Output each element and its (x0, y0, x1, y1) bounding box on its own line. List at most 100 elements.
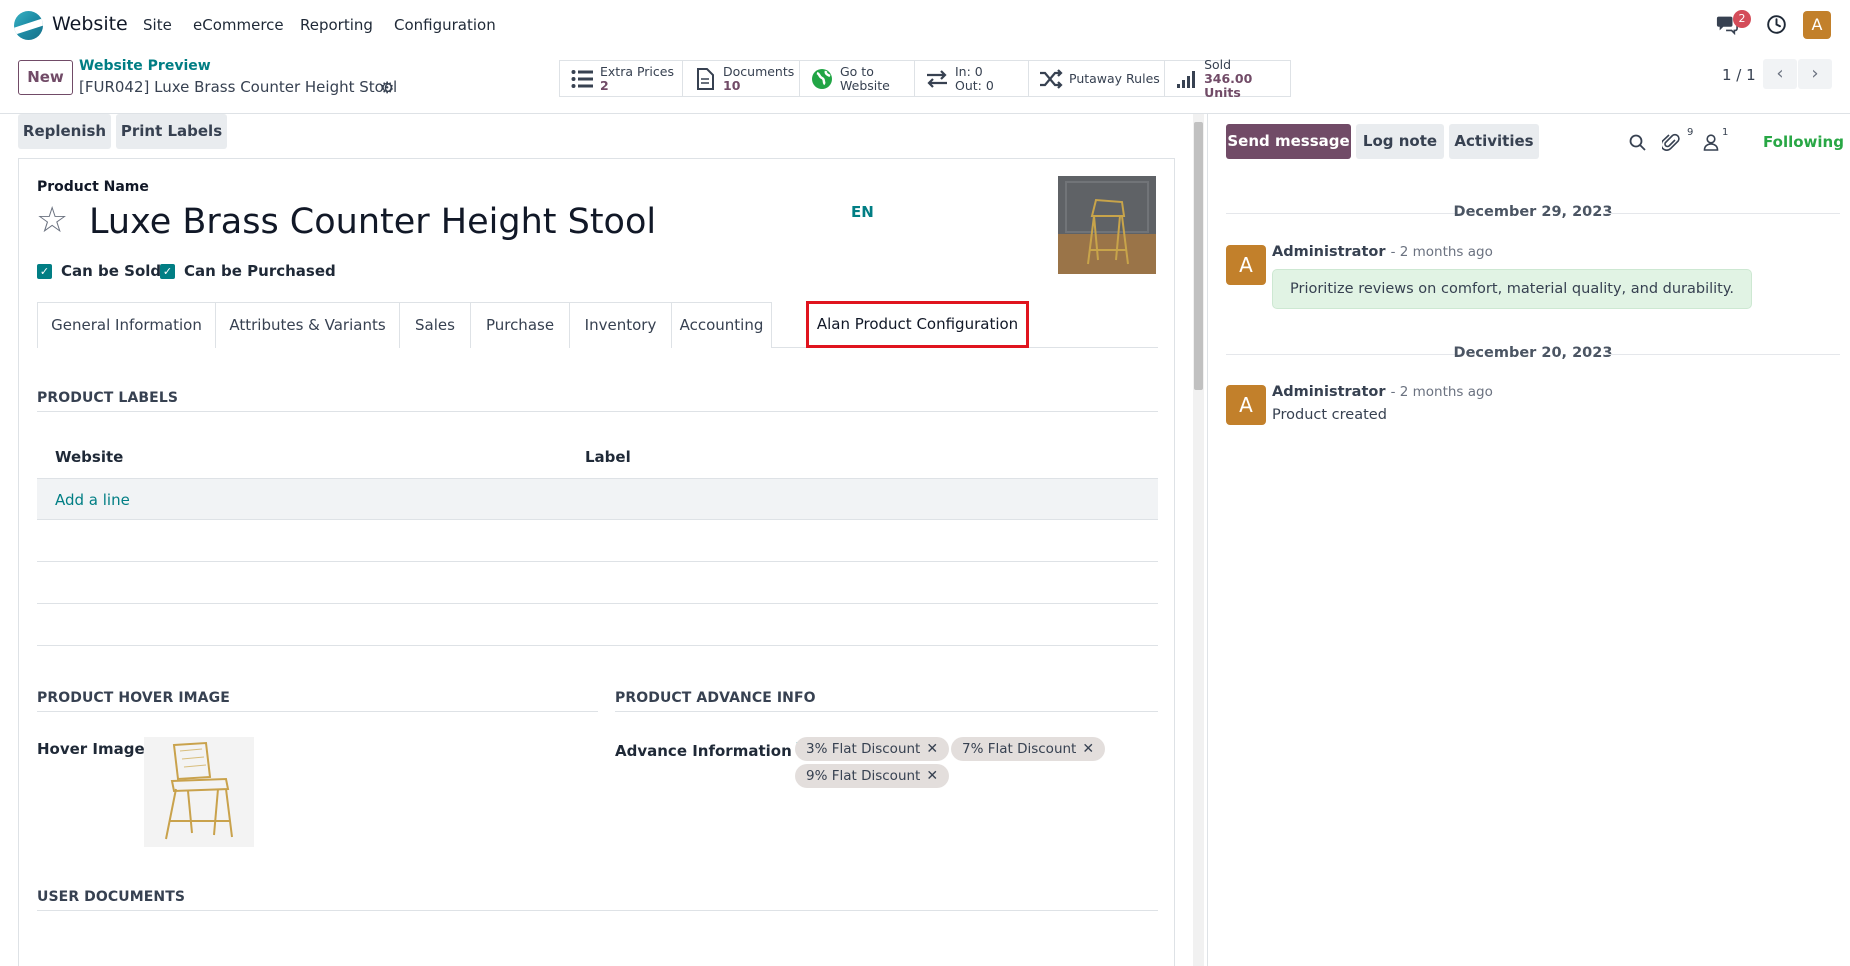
tag-label: 3% Flat Discount (806, 741, 921, 757)
product-name-field[interactable]: Luxe Brass Counter Height Stool (89, 201, 656, 243)
form-tabs: General Information Attributes & Variant… (37, 301, 1158, 348)
new-button[interactable]: New (18, 60, 73, 95)
globe-icon (810, 68, 834, 90)
product-image[interactable] (1058, 176, 1156, 274)
message-author: Administrator - 2 months ago (1272, 384, 1493, 400)
documents-button[interactable]: Documents 10 (682, 60, 800, 97)
menu-site[interactable]: Site (143, 16, 172, 34)
product-advance-info-heading: PRODUCT ADVANCE INFO (615, 690, 816, 706)
favorite-star-icon[interactable]: ☆ (36, 201, 68, 241)
language-button[interactable]: EN (851, 203, 874, 221)
bar-chart-icon (1175, 68, 1198, 90)
scrollbar-thumb[interactable] (1194, 122, 1203, 390)
add-line-row[interactable]: Add a line (37, 478, 1158, 520)
document-icon (693, 67, 717, 90)
product-form-sheet: Product Name ☆ Luxe Brass Counter Height… (18, 158, 1175, 966)
table-row (37, 562, 1158, 604)
top-navbar: Website Site eCommerce Reporting Configu… (0, 0, 1850, 50)
tag-7-flat-discount: 7% Flat Discount ✕ (951, 737, 1106, 761)
smart-label: Sold (1204, 56, 1232, 72)
date-separator: December 29, 2023 (1453, 204, 1613, 220)
pager-next-icon[interactable]: › (1798, 59, 1832, 89)
smart-value: Website (840, 77, 890, 93)
smart-label: Putaway Rules (1069, 70, 1160, 86)
smart-label: In: 0 (955, 63, 983, 79)
user-avatar[interactable]: A (1803, 11, 1831, 39)
tab-sales[interactable]: Sales (399, 302, 471, 348)
tab-attributes-variants[interactable]: Attributes & Variants (215, 302, 400, 348)
smart-value: Out: 0 (955, 77, 994, 93)
smart-value: 346.00 Units (1204, 70, 1253, 100)
section-divider (37, 411, 1158, 412)
message-count-badge: 2 (1733, 10, 1751, 28)
log-note-button[interactable]: Log note (1356, 124, 1444, 159)
tag-3-flat-discount: 3% Flat Discount ✕ (795, 737, 950, 761)
section-divider (37, 910, 1158, 911)
add-a-line-link[interactable]: Add a line (55, 491, 130, 509)
website-app-logo-icon[interactable] (14, 11, 43, 40)
breadcrumb-parent[interactable]: Website Preview (79, 58, 211, 74)
stool-image-icon (1058, 176, 1156, 274)
in-out-button[interactable]: In: 0 Out: 0 (914, 60, 1029, 97)
column-header-label[interactable]: Label (585, 448, 631, 466)
author-avatar[interactable]: A (1226, 385, 1266, 425)
app-name[interactable]: Website (52, 13, 128, 35)
send-message-button[interactable]: Send message (1226, 124, 1351, 159)
tab-purchase[interactable]: Purchase (470, 302, 570, 348)
menu-configuration[interactable]: Configuration (394, 16, 496, 34)
message-time: - 2 months ago (1390, 384, 1493, 400)
clock-icon[interactable] (1766, 14, 1787, 35)
chatter-panel: Send message Log note Activities 9 1 Fol… (1207, 114, 1850, 966)
attachments-count: 9 (1687, 127, 1694, 138)
tag-label: 7% Flat Discount (962, 741, 1077, 757)
breadcrumb-current: [FUR042] Luxe Brass Counter Height Stool (79, 78, 398, 96)
smart-value: 10 (723, 77, 741, 93)
following-button[interactable]: Following (1763, 133, 1844, 151)
menu-ecommerce[interactable]: eCommerce (193, 16, 284, 34)
tab-alan-product-configuration[interactable]: Alan Product Configuration (806, 301, 1029, 348)
product-hover-image-heading: PRODUCT HOVER IMAGE (37, 690, 230, 706)
remove-tag-icon[interactable]: ✕ (926, 741, 938, 757)
activities-button[interactable]: Activities (1449, 124, 1539, 159)
can-be-sold-checkbox[interactable]: ✓ Can be Sold (37, 262, 161, 280)
replenish-button[interactable]: Replenish (18, 114, 111, 149)
table-row (37, 604, 1158, 646)
message-body: Product created (1272, 407, 1387, 423)
hover-image-field[interactable] (144, 737, 254, 847)
list-icon (570, 68, 594, 90)
remove-tag-icon[interactable]: ✕ (1082, 741, 1094, 757)
tag-label: 9% Flat Discount (806, 768, 921, 784)
go-to-website-button[interactable]: Go to Website (799, 60, 915, 97)
author-name[interactable]: Administrator (1272, 384, 1386, 400)
smart-label: Go to (840, 63, 874, 79)
followers-count: 1 (1722, 127, 1729, 138)
pager-previous-icon[interactable]: ‹ (1763, 59, 1797, 89)
print-labels-button[interactable]: Print Labels (116, 114, 227, 149)
remove-tag-icon[interactable]: ✕ (926, 768, 938, 784)
gear-icon[interactable]: ⚙ (380, 78, 394, 97)
can-be-purchased-checkbox[interactable]: ✓ Can be Purchased (160, 262, 336, 280)
tag-9-flat-discount: 9% Flat Discount ✕ (795, 764, 950, 788)
date-separator: December 20, 2023 (1453, 345, 1613, 361)
followers-icon[interactable] (1703, 134, 1719, 151)
can-be-purchased-label: Can be Purchased (184, 262, 336, 280)
author-name[interactable]: Administrator (1272, 244, 1386, 260)
paperclip-icon[interactable] (1662, 133, 1680, 152)
pager-value[interactable]: 1 / 1 (1722, 66, 1756, 84)
menu-reporting[interactable]: Reporting (300, 16, 373, 34)
sold-button[interactable]: Sold 346.00 Units (1164, 56, 1291, 100)
tab-accounting[interactable]: Accounting (671, 302, 772, 348)
extra-prices-button[interactable]: Extra Prices 2 (559, 60, 683, 97)
search-icon[interactable] (1629, 134, 1646, 151)
date-divider-line (1606, 213, 1840, 214)
checkbox-checked-icon: ✓ (160, 263, 175, 279)
date-divider-line (1606, 354, 1840, 355)
column-header-website[interactable]: Website (55, 448, 123, 466)
product-labels-heading: PRODUCT LABELS (37, 390, 179, 406)
author-avatar[interactable]: A (1226, 245, 1266, 285)
tab-general-information[interactable]: General Information (37, 302, 216, 348)
putaway-rules-button[interactable]: Putaway Rules (1028, 60, 1165, 97)
message-author: Administrator - 2 months ago (1272, 244, 1493, 260)
form-scrollbar[interactable] (1193, 114, 1204, 966)
tab-inventory[interactable]: Inventory (569, 302, 672, 348)
